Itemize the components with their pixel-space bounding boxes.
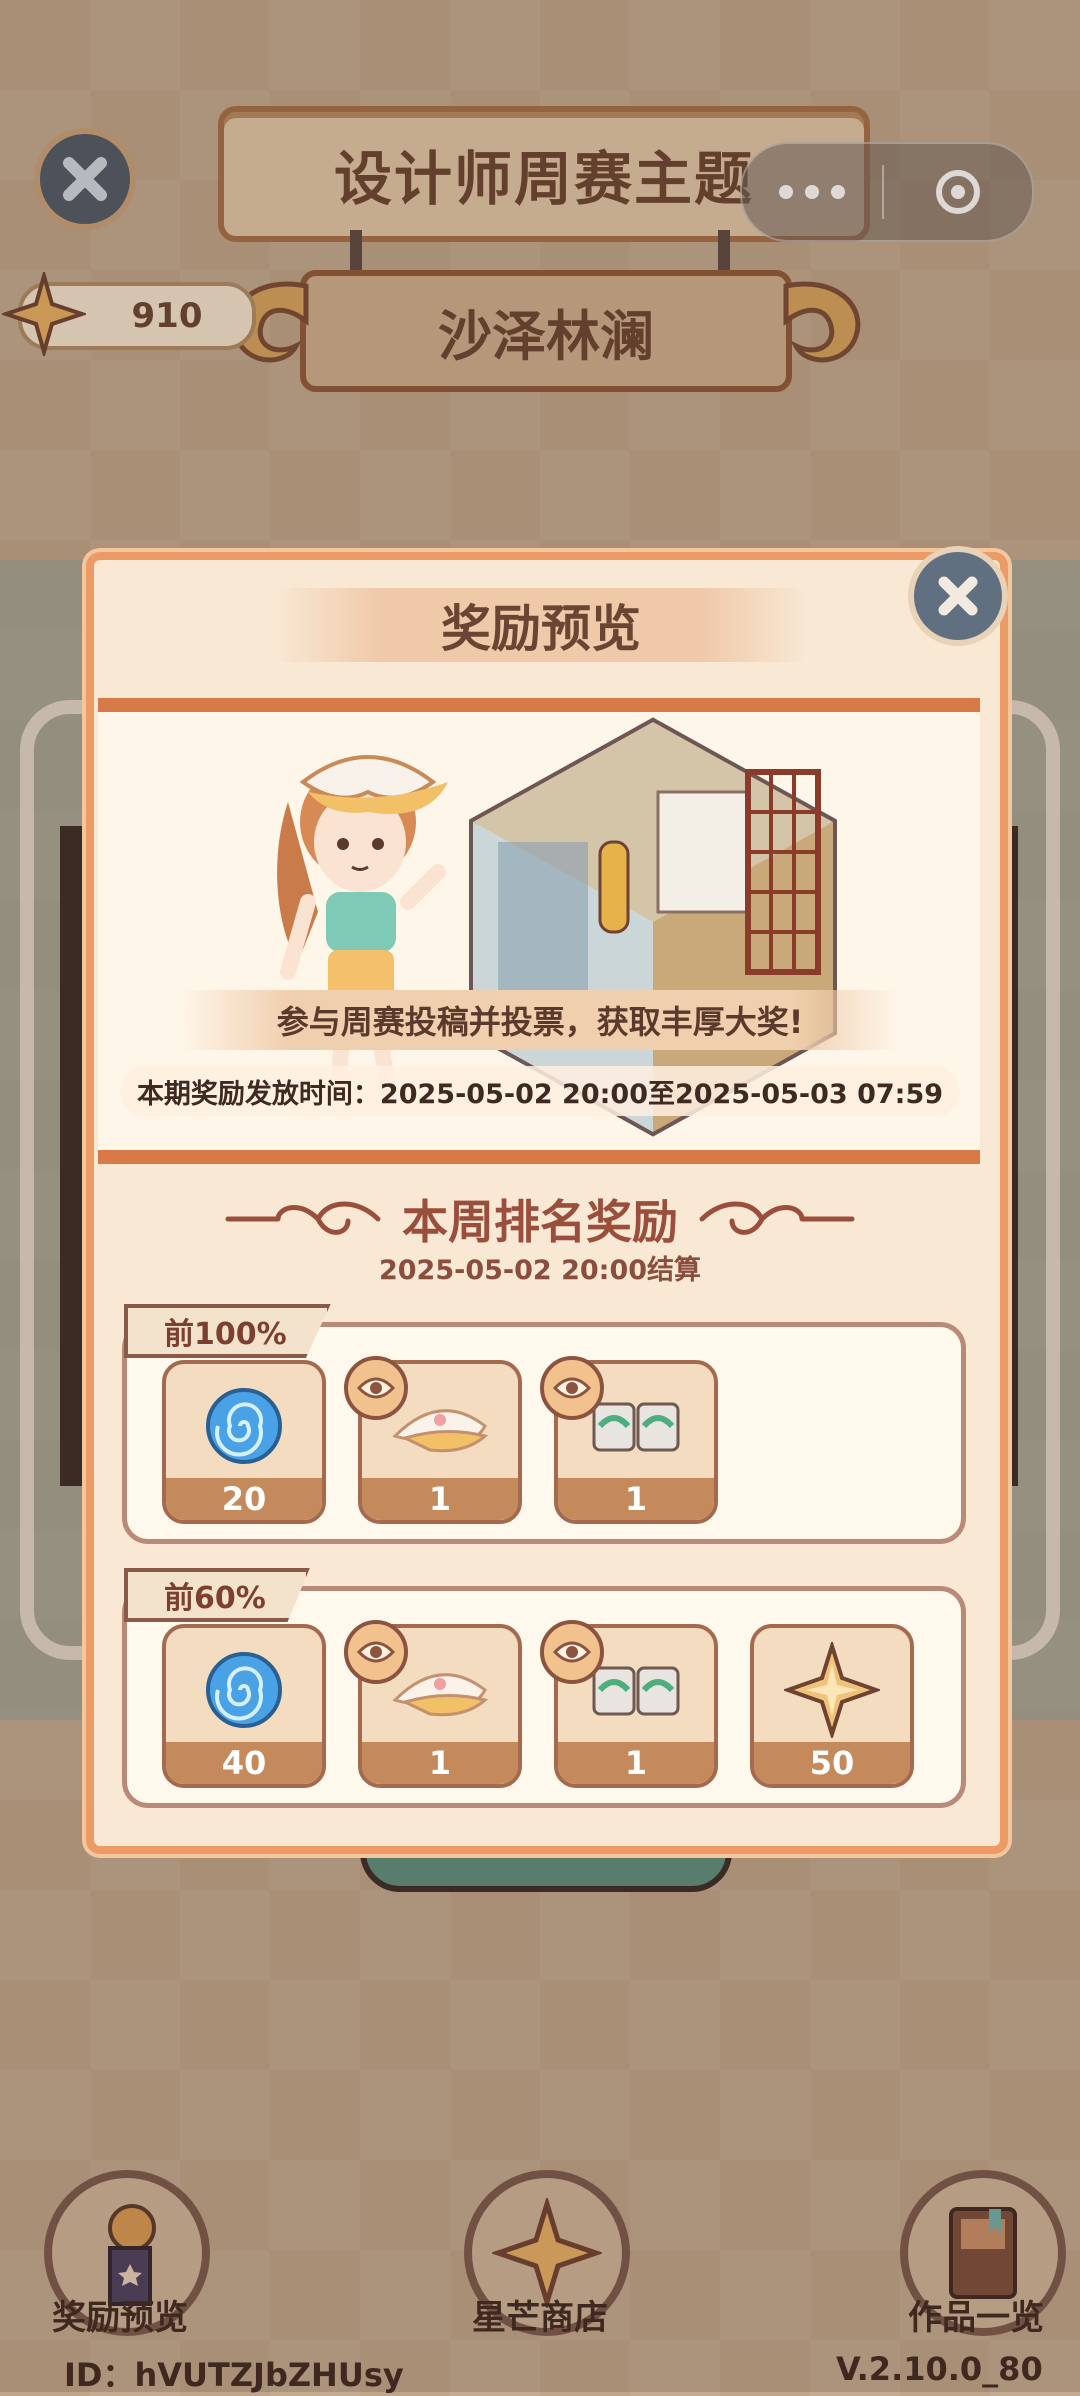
preview-badge[interactable] bbox=[540, 1356, 604, 1420]
tier-label: 前100% bbox=[124, 1304, 331, 1358]
preview-badge[interactable] bbox=[344, 1356, 408, 1420]
reward-item[interactable]: 40 bbox=[162, 1624, 326, 1788]
eye-icon bbox=[357, 1377, 395, 1399]
sticker-pack-icon bbox=[592, 1402, 680, 1452]
modal-title: 奖励预览 bbox=[276, 588, 806, 662]
close-icon bbox=[938, 576, 978, 616]
eye-icon bbox=[553, 1641, 591, 1663]
sticker-pack-icon bbox=[592, 1666, 680, 1716]
eye-icon bbox=[553, 1377, 591, 1399]
spiral-token-icon bbox=[206, 1652, 282, 1728]
reward-item[interactable]: 20 bbox=[162, 1360, 326, 1524]
ornament-right-icon bbox=[699, 1201, 855, 1235]
ornament-left-icon bbox=[225, 1201, 381, 1235]
eye-icon bbox=[357, 1641, 395, 1663]
star-icon bbox=[784, 1642, 880, 1738]
preview-badge[interactable] bbox=[344, 1620, 408, 1684]
tier-label: 前60% bbox=[124, 1568, 310, 1622]
modal-close-button[interactable] bbox=[908, 546, 1008, 646]
section-title: 本周排名奖励 bbox=[200, 1184, 880, 1254]
reward-time: 本期奖励发放时间：2025-05-02 20:00至2025-05-03 07:… bbox=[120, 1066, 960, 1116]
spiral-token-icon bbox=[206, 1388, 282, 1464]
preview-badge[interactable] bbox=[540, 1620, 604, 1684]
banner-message: 参与周赛投稿并投票，获取丰厚大奖! bbox=[180, 990, 900, 1050]
reward-item[interactable]: 50 bbox=[750, 1624, 914, 1788]
settlement-time: 2025-05-02 20:00结算 bbox=[378, 1255, 702, 1286]
